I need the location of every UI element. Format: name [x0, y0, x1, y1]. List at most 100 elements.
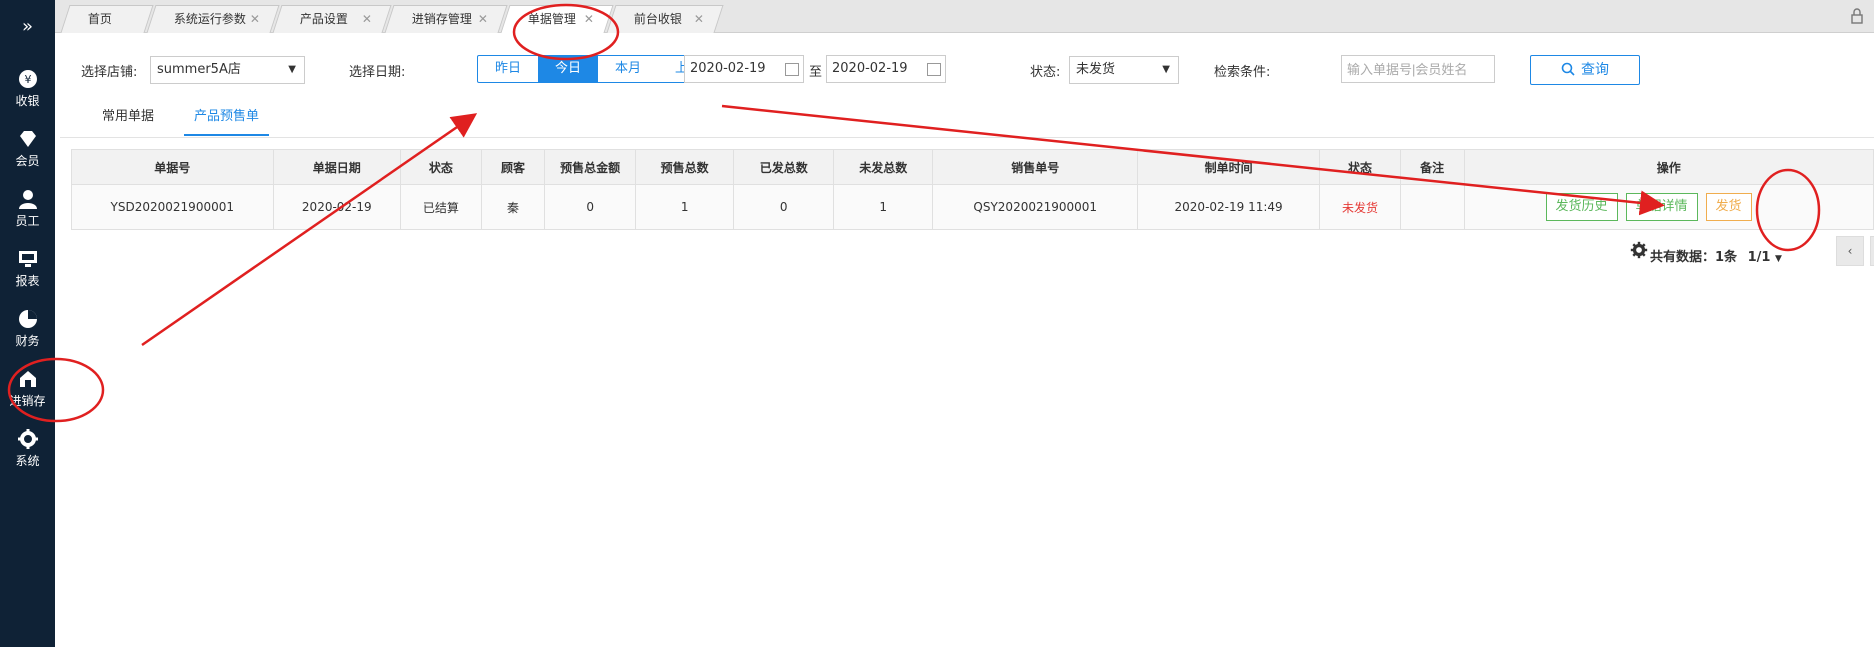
store-select[interactable]: summer5A店 ▼: [150, 56, 305, 84]
yuan-icon: ¥: [18, 70, 37, 88]
pie-chart-icon: [18, 310, 37, 328]
cell-state: 已结算: [400, 184, 482, 230]
sidebar-item-label: 会员: [15, 154, 40, 168]
calendar-icon[interactable]: [927, 63, 941, 76]
column-header: 预售总数: [634, 149, 735, 185]
store-select-value: summer5A店: [157, 62, 241, 77]
person-icon: [18, 190, 37, 209]
sidebar-item-finance[interactable]: 财务: [0, 304, 55, 360]
tab-product-settings[interactable]: 产品设置 ✕: [272, 5, 392, 33]
close-icon[interactable]: ✕: [478, 6, 488, 33]
tab-document-management[interactable]: 单据管理 ✕: [500, 5, 614, 33]
tab-home[interactable]: 首页: [60, 5, 154, 33]
subtab-common-documents[interactable]: 常用单据: [102, 105, 154, 134]
column-header: 备注: [1399, 149, 1465, 185]
column-header: 顾客: [480, 149, 546, 185]
query-button[interactable]: 查询: [1530, 55, 1640, 85]
chevron-left-icon[interactable]: ‹: [1836, 236, 1864, 266]
cell-presale-total: 1: [634, 184, 735, 230]
subtab-presale-orders[interactable]: 产品预售单: [184, 105, 270, 136]
pager: 共有数据：1条 1/1 ▼: [1650, 246, 1782, 265]
tab-inventory-management[interactable]: 进销存管理 ✕: [384, 5, 508, 33]
lock-icon[interactable]: [1850, 8, 1864, 24]
sidebar-item-system[interactable]: 系统: [0, 424, 55, 480]
column-header: 单据号: [71, 149, 274, 185]
gear-icon: [17, 429, 38, 449]
close-icon[interactable]: ✕: [250, 6, 260, 33]
sidebar-item-label: 员工: [15, 214, 40, 228]
cell-sales-no: QSY2020021900001: [932, 184, 1139, 230]
search-label: 检索条件:: [1214, 65, 1271, 80]
close-icon[interactable]: ✕: [584, 6, 594, 33]
close-icon[interactable]: ✕: [362, 6, 372, 33]
status-select-value: 未发货: [1076, 62, 1116, 77]
column-header: 制单时间: [1137, 149, 1321, 185]
tab-front-cashier[interactable]: 前台收银 ✕: [606, 5, 724, 33]
table-row: YSD2020021900001 2020-02-19 已结算 秦 0 1 0 …: [71, 184, 1874, 230]
date-range-today[interactable]: 今日: [538, 56, 598, 82]
cell-presale-amount: 0: [544, 184, 636, 230]
tab-system-params[interactable]: 系统运行参数 ✕: [146, 5, 280, 33]
date-range-this-month[interactable]: 本月: [598, 56, 658, 82]
date-from-value: 2020-02-19: [690, 61, 766, 76]
warehouse-icon: [19, 371, 36, 387]
next-page-button[interactable]: [1870, 236, 1874, 266]
caret-down-icon[interactable]: ▼: [1775, 254, 1782, 264]
shipping-history-button[interactable]: 发货历史: [1545, 193, 1618, 221]
calendar-icon[interactable]: [785, 63, 799, 76]
date-label: 选择日期:: [349, 65, 406, 80]
sidebar-item-inventory[interactable]: 进销存: [0, 364, 55, 420]
column-header: 状态: [1319, 149, 1401, 185]
column-header: 操作: [1463, 149, 1874, 185]
presale-table: 单据号 单据日期 状态 顾客 预售总金额 预售总数 已发总数 未发总数 销售单号…: [71, 149, 1874, 230]
column-header: 销售单号: [932, 149, 1139, 185]
document-details-button[interactable]: 单据详情: [1625, 193, 1698, 221]
subtab-bar: 常用单据 产品预售单: [60, 93, 1874, 138]
pager-total: 共有数据：1条: [1650, 250, 1738, 265]
svg-text:¥: ¥: [24, 73, 31, 86]
diamond-icon: [19, 131, 36, 147]
main-content: 选择店铺: summer5A店 ▼ 选择日期: 昨日 今日 本月 上月 2020…: [60, 33, 1874, 647]
cell-doc-date: 2020-02-19: [272, 184, 402, 230]
cell-created-time: 2020-02-19 11:49: [1137, 184, 1321, 230]
date-range-yesterday[interactable]: 昨日: [478, 56, 538, 82]
date-to-input[interactable]: 2020-02-19: [826, 55, 946, 83]
cell-shipped-total: 0: [733, 184, 834, 230]
column-header: 已发总数: [733, 149, 834, 185]
settings-gear-icon[interactable]: [1630, 241, 1648, 259]
sidebar-item-label: 财务: [15, 334, 40, 348]
cell-doc-no: YSD2020021900001: [71, 184, 274, 230]
sidebar-item-staff[interactable]: 员工: [0, 184, 55, 240]
column-header: 状态: [400, 149, 482, 185]
sidebar-item-report[interactable]: 报表: [0, 244, 55, 300]
tab-bar: 首页 系统运行参数 ✕ 产品设置 ✕ 进销存管理 ✕ 单据管理 ✕ 前台收银 ✕: [55, 0, 1874, 33]
cell-customer: 秦: [480, 184, 546, 230]
sidebar-item-label: 收银: [15, 94, 40, 108]
caret-down-icon: ▼: [288, 64, 296, 75]
search-icon: [1561, 62, 1575, 76]
query-button-label: 查询: [1581, 62, 1609, 78]
tab-label: 首页: [87, 12, 112, 26]
status-select[interactable]: 未发货 ▼: [1069, 56, 1179, 84]
sidebar-item-label: 报表: [15, 274, 40, 288]
date-from-input[interactable]: 2020-02-19: [684, 55, 804, 83]
date-separator: 至: [809, 65, 823, 80]
column-header: 预售总金额: [544, 149, 636, 185]
cell-actions: 发货历史 单据详情 发货: [1463, 184, 1874, 230]
caret-down-icon: ▼: [1162, 64, 1170, 75]
close-icon[interactable]: ✕: [694, 6, 704, 33]
monitor-icon: [18, 251, 37, 267]
cell-remark: [1399, 184, 1465, 230]
search-input[interactable]: [1341, 55, 1495, 83]
sidebar-item-cashier[interactable]: ¥ 收银: [0, 64, 55, 120]
cell-unshipped-total: 1: [832, 184, 934, 230]
date-to-value: 2020-02-19: [832, 61, 908, 76]
sidebar-item-member[interactable]: 会员: [0, 124, 55, 180]
column-header: 单据日期: [272, 149, 402, 185]
pager-page[interactable]: 1/1: [1748, 250, 1771, 265]
double-chevron-right-icon[interactable]: »: [0, 10, 55, 44]
sidebar-item-label: 系统: [15, 454, 40, 468]
table-header-row: 单据号 单据日期 状态 顾客 预售总金额 预售总数 已发总数 未发总数 销售单号…: [71, 149, 1874, 185]
store-label: 选择店铺:: [81, 65, 138, 80]
ship-button[interactable]: 发货: [1705, 193, 1752, 221]
